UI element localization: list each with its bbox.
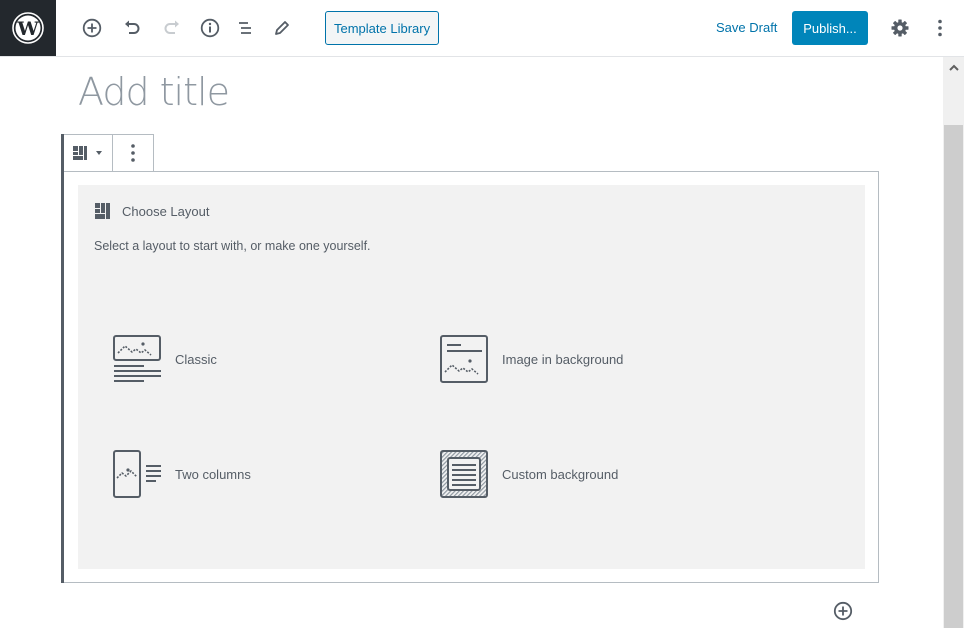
layout-option-label: Classic xyxy=(175,351,217,367)
svg-text:W: W xyxy=(16,18,39,40)
placeholder-label: Choose Layout xyxy=(95,203,209,219)
placeholder-instructions: Select a layout to start with, or make o… xyxy=(94,239,371,253)
plus-circle-icon xyxy=(833,601,853,621)
layout-icon xyxy=(95,203,110,219)
publish-button[interactable]: Publish... xyxy=(792,11,868,45)
content-info-button[interactable] xyxy=(196,14,224,42)
custom-background-layout-icon xyxy=(440,450,488,498)
layout-option-two-columns[interactable]: Two columns xyxy=(113,450,251,498)
layout-block[interactable]: Choose Layout Select a layout to start w… xyxy=(64,171,879,583)
block-toolbar xyxy=(64,134,154,172)
chevron-up-icon xyxy=(948,64,959,71)
list-icon xyxy=(239,22,251,34)
classic-layout-icon xyxy=(113,335,161,382)
layout-icon xyxy=(72,146,87,160)
block-navigation-button[interactable] xyxy=(232,14,260,42)
layout-option-classic[interactable]: Classic xyxy=(113,335,217,383)
two-columns-layout-icon xyxy=(113,450,161,498)
caret-down-icon xyxy=(95,151,102,155)
image-background-layout-icon xyxy=(440,335,488,383)
undo-button[interactable] xyxy=(118,14,146,42)
settings-button[interactable] xyxy=(886,14,914,42)
layout-option-image-in-background[interactable]: Image in background xyxy=(440,335,623,383)
layout-placeholder: Choose Layout Select a layout to start w… xyxy=(78,185,865,569)
layout-option-label: Image in background xyxy=(502,351,624,367)
scroll-thumb[interactable] xyxy=(944,125,963,628)
scroll-up-button[interactable] xyxy=(943,57,964,77)
layout-option-label: Custom background xyxy=(502,466,619,482)
placeholder-label-text: Choose Layout xyxy=(122,203,210,219)
undo-icon xyxy=(125,20,140,34)
redo-button[interactable] xyxy=(158,14,186,42)
layout-option-custom-background[interactable]: Custom background xyxy=(440,450,618,498)
wordpress-logo-button[interactable]: W xyxy=(0,0,56,56)
block-switcher-button[interactable] xyxy=(64,135,113,171)
plus-circle-icon xyxy=(82,18,102,38)
more-menu-button[interactable] xyxy=(926,14,954,42)
template-library-button[interactable]: Template Library xyxy=(325,11,440,45)
edit-mode-button[interactable] xyxy=(268,14,296,42)
more-vertical-icon xyxy=(131,144,135,162)
post-title-input[interactable]: Add title xyxy=(78,70,230,114)
add-block-button[interactable] xyxy=(78,14,106,42)
block-more-options-button[interactable] xyxy=(113,135,153,171)
block-inserter-button[interactable] xyxy=(833,601,853,621)
layout-option-label: Two columns xyxy=(175,466,251,482)
wordpress-logo-icon: W xyxy=(12,12,44,44)
gear-icon xyxy=(891,19,909,37)
pencil-icon xyxy=(275,21,289,35)
more-vertical-icon xyxy=(938,19,942,37)
info-icon xyxy=(200,18,220,38)
redo-icon xyxy=(164,20,179,34)
vertical-scrollbar[interactable] xyxy=(943,57,964,628)
save-draft-button[interactable]: Save Draft xyxy=(716,20,777,35)
editor-header: W Template Library Save Draft Publish... xyxy=(0,0,964,57)
